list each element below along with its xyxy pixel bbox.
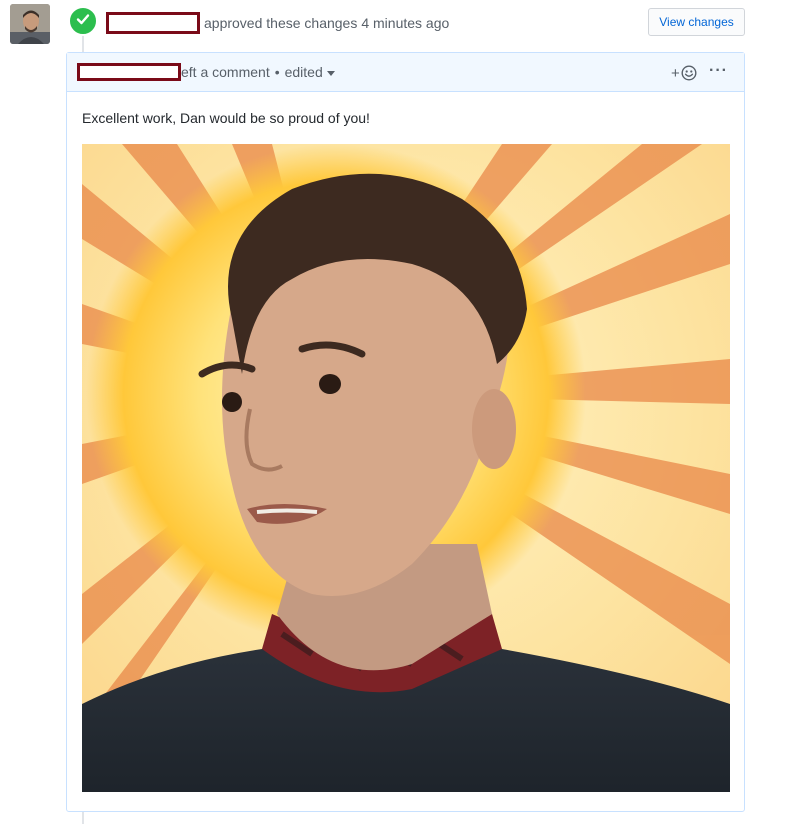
- comment-meta: eft a comment • edited: [77, 63, 335, 81]
- comment-action-text: eft a comment: [181, 64, 270, 80]
- comment-image[interactable]: [82, 144, 730, 792]
- edited-label: edited: [284, 64, 323, 80]
- review-action-text: approved these changes: [204, 15, 358, 31]
- redacted-username: [77, 63, 181, 81]
- comment-header: eft a comment • edited + ···: [67, 53, 744, 92]
- comment-body-text: Excellent work, Dan would be so proud of…: [82, 110, 370, 126]
- edited-dropdown[interactable]: edited: [285, 64, 335, 80]
- meta-separator: •: [274, 64, 280, 80]
- view-changes-button[interactable]: View changes: [648, 8, 745, 36]
- smiley-icon: [681, 65, 697, 81]
- kebab-horizontal-icon[interactable]: ···: [709, 62, 728, 82]
- review-summary: approved these changes 4 minutes ago: [106, 12, 449, 34]
- redacted-username: [106, 12, 200, 34]
- review-comment: eft a comment • edited + ··· Excellent w…: [66, 52, 745, 812]
- reviewer-avatar[interactable]: [10, 4, 50, 44]
- check-icon: [76, 12, 90, 31]
- reaction-plus: +: [671, 64, 680, 82]
- pull-request-timeline: approved these changes 4 minutes ago Vie…: [0, 0, 795, 824]
- review-timestamp[interactable]: 4 minutes ago: [361, 15, 449, 31]
- caret-down-icon: [326, 70, 335, 76]
- add-reaction-button[interactable]: +: [671, 64, 697, 82]
- approved-status-badge: [68, 6, 98, 36]
